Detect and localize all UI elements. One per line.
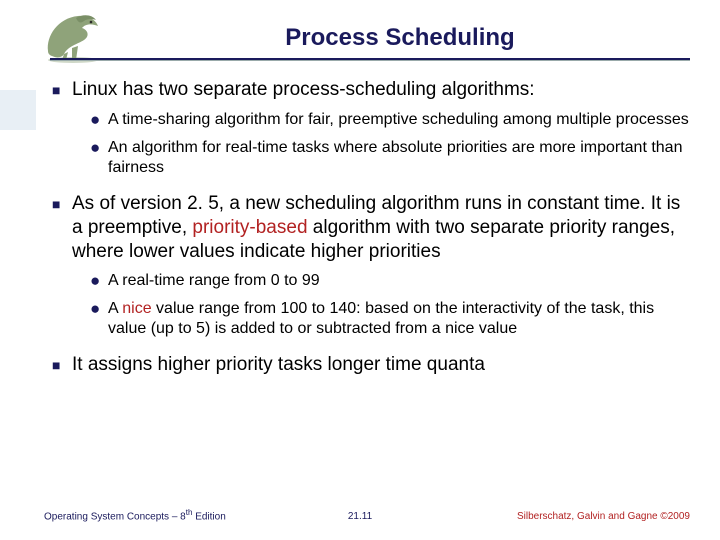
bullet-level1: ■ As of version 2. 5, a new scheduling a…: [52, 192, 692, 263]
dinosaur-logo: [38, 6, 108, 64]
bullet-level2: ● A time-sharing algorithm for fair, pre…: [90, 110, 692, 130]
square-bullet-icon: ■: [52, 78, 72, 102]
bullet-text: A time-sharing algorithm for fair, preem…: [108, 110, 692, 130]
square-bullet-icon: ■: [52, 192, 72, 263]
slide-content: ■ Linux has two separate process-schedul…: [52, 72, 692, 379]
text-part: value range from 100 to 140: based on th…: [108, 300, 654, 337]
bullet-level2: ● A real-time range from 0 to 99: [90, 271, 692, 291]
highlight-text: priority-based: [192, 217, 307, 238]
bullet-level2: ● A nice value range from 100 to 140: ba…: [90, 299, 692, 339]
bullet-text: As of version 2. 5, a new scheduling alg…: [72, 192, 692, 263]
bullet-text: An algorithm for real-time tasks where a…: [108, 138, 692, 178]
sidebar: [0, 0, 36, 540]
slide: Process Scheduling ■ Linux has two separ…: [0, 0, 720, 540]
bullet-text: A nice value range from 100 to 140: base…: [108, 299, 692, 339]
slide-title: Process Scheduling: [120, 24, 680, 52]
bullet-level1: ■ It assigns higher priority tasks longe…: [52, 353, 692, 377]
bullet-level2: ● An algorithm for real-time tasks where…: [90, 138, 692, 178]
bullet-text: It assigns higher priority tasks longer …: [72, 353, 692, 377]
bullet-text: A real-time range from 0 to 99: [108, 271, 692, 291]
bullet-level1: ■ Linux has two separate process-schedul…: [52, 78, 692, 102]
footer-right: Silberschatz, Galvin and Gagne ©2009: [517, 511, 690, 522]
text-part: A: [108, 300, 122, 317]
round-bullet-icon: ●: [90, 138, 108, 178]
bullet-text: Linux has two separate process-schedulin…: [72, 78, 692, 102]
highlight-text: nice: [122, 300, 151, 317]
round-bullet-icon: ●: [90, 299, 108, 339]
round-bullet-icon: ●: [90, 271, 108, 291]
round-bullet-icon: ●: [90, 110, 108, 130]
sidebar-accent: [0, 90, 36, 130]
square-bullet-icon: ■: [52, 353, 72, 377]
title-rule: [50, 58, 690, 61]
